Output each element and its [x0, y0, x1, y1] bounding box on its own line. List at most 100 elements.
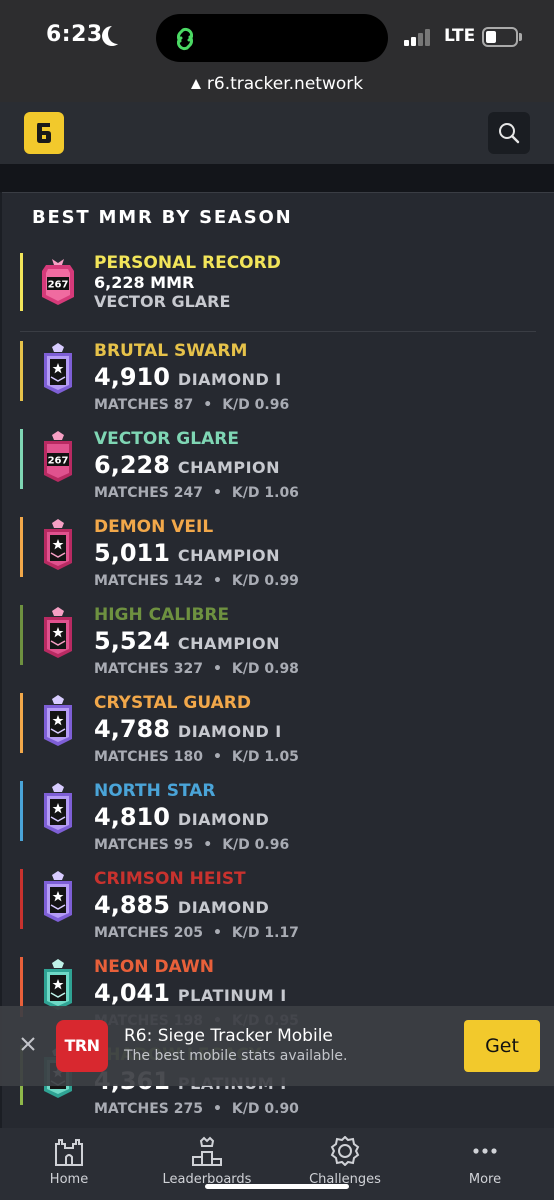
- season-rank: CHAMPION: [177, 458, 281, 477]
- network-type: LTE: [444, 26, 476, 46]
- season-matches: MATCHES 95: [94, 837, 194, 853]
- season-name: NORTH STAR: [94, 781, 216, 801]
- diamond-rank-icon: [44, 343, 72, 394]
- diamond-rank-icon: [44, 871, 72, 922]
- season-kd: K/D 1.06: [231, 485, 299, 501]
- personal-record-label: PERSONAL RECORD: [94, 253, 281, 273]
- close-icon[interactable]: [18, 1034, 38, 1054]
- personal-record-season: VECTOR GLARE: [94, 292, 231, 311]
- season-rank: DIAMOND I: [177, 370, 282, 389]
- separator-dot: •: [212, 1101, 222, 1117]
- season-name: VECTOR GLARE: [94, 429, 239, 449]
- season-mmr: 5,011: [94, 539, 170, 567]
- season-mmr: 4,788: [94, 715, 170, 743]
- season-rank: DIAMOND: [177, 898, 270, 917]
- platinum-rank-icon: [44, 959, 72, 1010]
- bottom-nav: Home Leaderboards Challenges More: [0, 1128, 554, 1200]
- season-kd: K/D 1.17: [231, 925, 299, 941]
- season-mmr: 4,910: [94, 363, 170, 391]
- badge-number: 267: [48, 280, 69, 291]
- nav-more[interactable]: More: [430, 1136, 540, 1187]
- app-install-banner: TRN R6: Siege Tracker Mobile The best mo…: [0, 1006, 554, 1086]
- champion-rank-icon: 267: [42, 259, 74, 305]
- personal-record-mmr: 6,228 MMR: [94, 273, 195, 292]
- season-name: CRIMSON HEIST: [94, 869, 246, 889]
- status-bar: 6:23 LTE: [0, 0, 554, 70]
- season-matches: MATCHES 142: [94, 573, 203, 589]
- separator-dot: •: [212, 925, 222, 941]
- season-rank: CHAMPION: [177, 634, 281, 653]
- season-accent-bar: [20, 517, 23, 577]
- season-matches: MATCHES 327: [94, 661, 203, 677]
- season-accent-bar: [20, 341, 23, 401]
- season-kd: K/D 1.05: [231, 749, 299, 765]
- champion-rank-icon: [44, 519, 72, 570]
- season-kd: K/D 0.96: [222, 837, 290, 853]
- address-bar[interactable]: r6.tracker.network: [0, 70, 554, 102]
- season-rank: CHAMPION: [177, 546, 281, 565]
- season-mmr: 5,524: [94, 627, 170, 655]
- season-name: DEMON VEIL: [94, 517, 214, 537]
- signal-icon: [404, 28, 434, 46]
- season-matches: MATCHES 275: [94, 1101, 203, 1117]
- search-button[interactable]: [488, 112, 530, 154]
- season-name: CRYSTAL GUARD: [94, 693, 251, 713]
- season-accent-bar: [20, 429, 23, 489]
- search-icon: [499, 123, 520, 144]
- moon-icon: [108, 24, 128, 44]
- separator-dot: •: [203, 397, 213, 413]
- r6-logo-icon: [37, 123, 51, 143]
- divider: [20, 331, 536, 332]
- url-text: r6.tracker.network: [206, 74, 364, 94]
- r6-logo[interactable]: [24, 112, 64, 154]
- season-rank: DIAMOND I: [177, 722, 282, 741]
- season-kd: K/D 0.98: [231, 661, 299, 677]
- season-matches: MATCHES 87: [94, 397, 194, 413]
- season-kd: K/D 0.90: [231, 1101, 299, 1117]
- season-mmr: 4,885: [94, 891, 170, 919]
- nav-leaderboards[interactable]: Leaderboards: [152, 1136, 262, 1187]
- season-name: BRUTAL SWARM: [94, 341, 248, 361]
- season-name: NEON DAWN: [94, 957, 214, 977]
- champion-rank-icon: [44, 607, 72, 658]
- site-header: [0, 102, 554, 164]
- link-icon: [176, 27, 194, 51]
- badge-number: 267: [48, 456, 69, 467]
- separator-dot: •: [212, 573, 222, 589]
- season-mmr: 6,228: [94, 451, 170, 479]
- season-mmr: 4,810: [94, 803, 170, 831]
- header-spacer: [0, 164, 554, 192]
- season-mmr: 4,041: [94, 979, 170, 1007]
- trn-logo: TRN: [56, 1020, 108, 1072]
- status-time: 6:23: [46, 22, 103, 47]
- season-rank: DIAMOND: [177, 810, 270, 829]
- medal-icon: [330, 1136, 360, 1166]
- best-mmr-card: BEST MMR BY SEASON 267 PERSONAL RECORD 6…: [2, 192, 554, 1132]
- season-accent-bar: [20, 869, 23, 929]
- nav-home[interactable]: Home: [14, 1136, 124, 1187]
- get-app-button[interactable]: Get: [464, 1020, 540, 1072]
- battery-icon: [482, 27, 518, 47]
- diamond-rank-icon: [44, 783, 72, 834]
- season-accent-bar: [20, 605, 23, 665]
- season-accent-bar: [20, 781, 23, 841]
- season-matches: MATCHES 205: [94, 925, 203, 941]
- warning-icon: [190, 79, 201, 89]
- separator-dot: •: [212, 485, 222, 501]
- diamond-rank-icon: [44, 695, 72, 746]
- season-name: HIGH CALIBRE: [94, 605, 230, 625]
- dynamic-island: [156, 14, 388, 62]
- home-indicator: [205, 1184, 349, 1189]
- separator-dot: •: [203, 837, 213, 853]
- season-rank: PLATINUM I: [177, 986, 287, 1005]
- nav-more-label: More: [468, 1172, 502, 1187]
- season-kd: K/D 0.99: [231, 573, 299, 589]
- season-matches: MATCHES 247: [94, 485, 203, 501]
- card-title: BEST MMR BY SEASON: [32, 207, 293, 228]
- banner-subtitle: The best mobile stats available.: [124, 1048, 348, 1064]
- season-matches: MATCHES 180: [94, 749, 203, 765]
- nav-challenges[interactable]: Challenges: [290, 1136, 400, 1187]
- season-kd: K/D 0.96: [222, 397, 290, 413]
- season-accent-bar: [20, 693, 23, 753]
- podium-icon: [192, 1136, 222, 1166]
